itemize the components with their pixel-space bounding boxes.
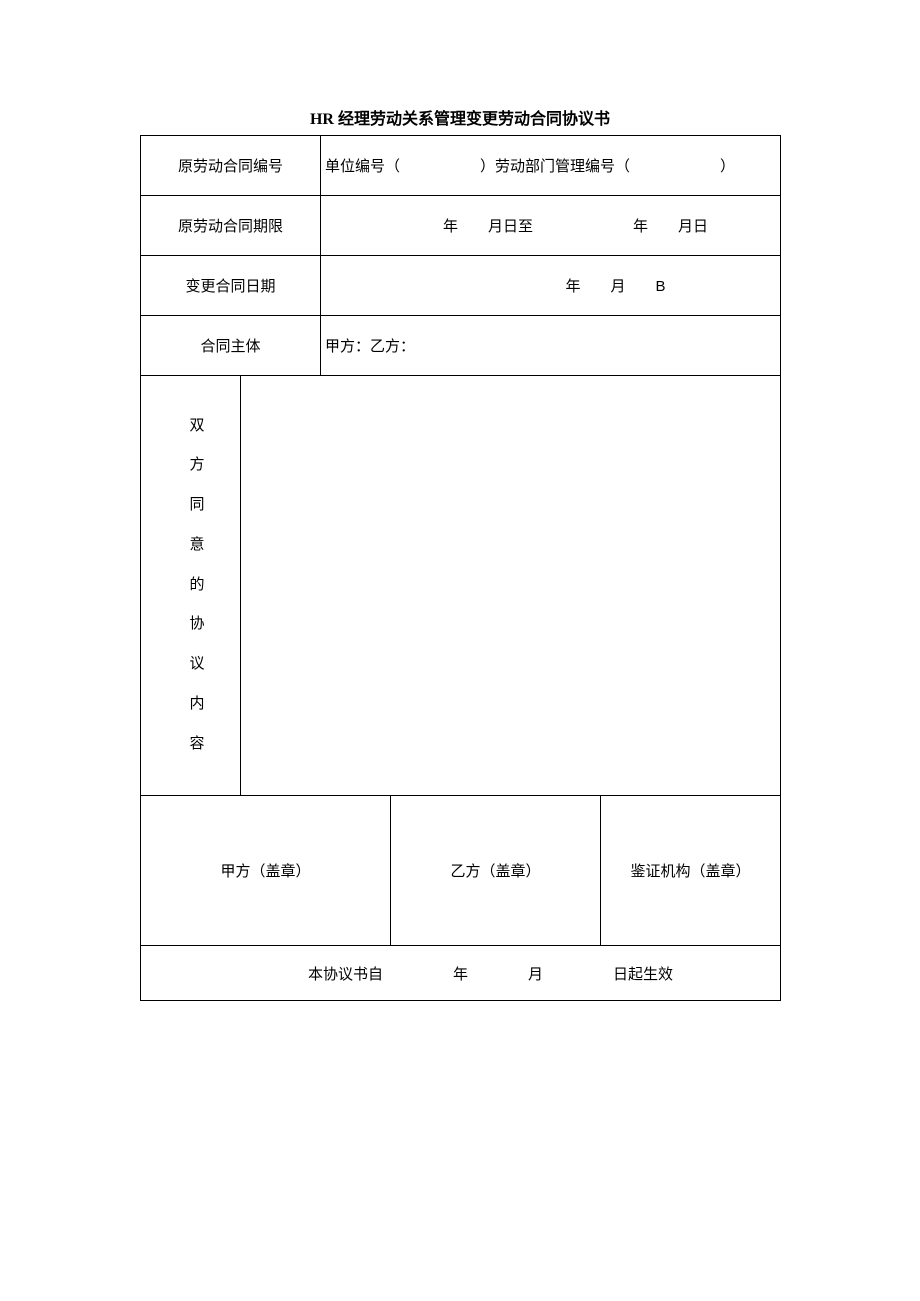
row-term: 原劳动合同期限 年月日至年月日 bbox=[141, 196, 781, 256]
value-term: 年月日至年月日 bbox=[321, 196, 781, 256]
row-effective: 本协议书自年月日起生效 bbox=[141, 946, 781, 1001]
seal-verify: 鉴证机构（盖章） bbox=[601, 796, 781, 946]
row-seals: 甲方（盖章） 乙方（盖章） 鉴证机构（盖章） bbox=[141, 796, 781, 946]
effective-date: 本协议书自年月日起生效 bbox=[141, 946, 781, 1001]
form-table: 原劳动合同编号 单位编号（）劳动部门管理编号（） 原劳动合同期限 年月日至年月日… bbox=[140, 135, 781, 1001]
label-change-date: 变更合同日期 bbox=[141, 256, 321, 316]
value-contract-no: 单位编号（）劳动部门管理编号（） bbox=[321, 136, 781, 196]
label-term: 原劳动合同期限 bbox=[141, 196, 321, 256]
label-content: 双方同意的协议内容 bbox=[141, 376, 241, 796]
row-parties: 合同主体 甲方：乙方： bbox=[141, 316, 781, 376]
seal-party-a: 甲方（盖章） bbox=[141, 796, 391, 946]
row-contract-no: 原劳动合同编号 单位编号（）劳动部门管理编号（） bbox=[141, 136, 781, 196]
value-parties: 甲方：乙方： bbox=[321, 316, 781, 376]
value-content bbox=[241, 376, 781, 796]
row-change-date: 变更合同日期 年月B bbox=[141, 256, 781, 316]
label-parties: 合同主体 bbox=[141, 316, 321, 376]
label-contract-no: 原劳动合同编号 bbox=[141, 136, 321, 196]
value-change-date: 年月B bbox=[321, 256, 781, 316]
doc-title: HR 经理劳动关系管理变更劳动合同协议书 bbox=[140, 105, 780, 129]
row-content: 双方同意的协议内容 bbox=[141, 376, 781, 796]
seal-party-b: 乙方（盖章） bbox=[391, 796, 601, 946]
vertical-label: 双方同意的协议内容 bbox=[147, 393, 247, 779]
